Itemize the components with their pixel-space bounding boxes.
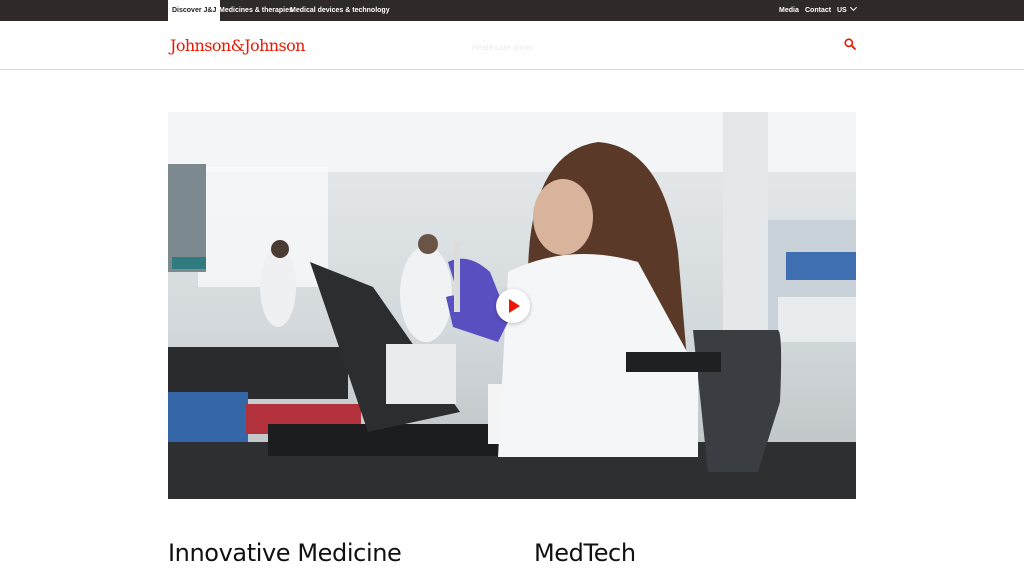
region-selector[interactable]: US	[837, 0, 857, 21]
search-icon[interactable]	[844, 38, 856, 50]
logo[interactable]: Johnson&Johnson	[170, 36, 305, 55]
site-header: Johnson&Johnson Healthcare areas	[0, 21, 1024, 70]
media-link[interactable]: Media	[779, 0, 799, 21]
region-label: US	[837, 7, 847, 14]
top-utility-bar: Discover J&J Medicines & therapies Medic…	[0, 0, 1024, 21]
tab-medicines-therapies[interactable]: Medicines & therapies	[219, 0, 293, 21]
section-innovative-medicine[interactable]: Innovative Medicine	[168, 539, 402, 567]
section-medtech[interactable]: MedTech	[534, 539, 636, 567]
tab-discover-jj[interactable]: Discover J&J	[168, 0, 221, 21]
play-icon[interactable]	[496, 289, 530, 323]
chevron-down-icon	[849, 3, 857, 12]
hero-video[interactable]	[168, 112, 856, 499]
tab-medical-devices-technology[interactable]: Medical devices & technology	[290, 0, 390, 21]
contact-link[interactable]: Contact	[805, 0, 831, 21]
nav-healthcare-areas[interactable]: Healthcare areas	[472, 43, 533, 52]
